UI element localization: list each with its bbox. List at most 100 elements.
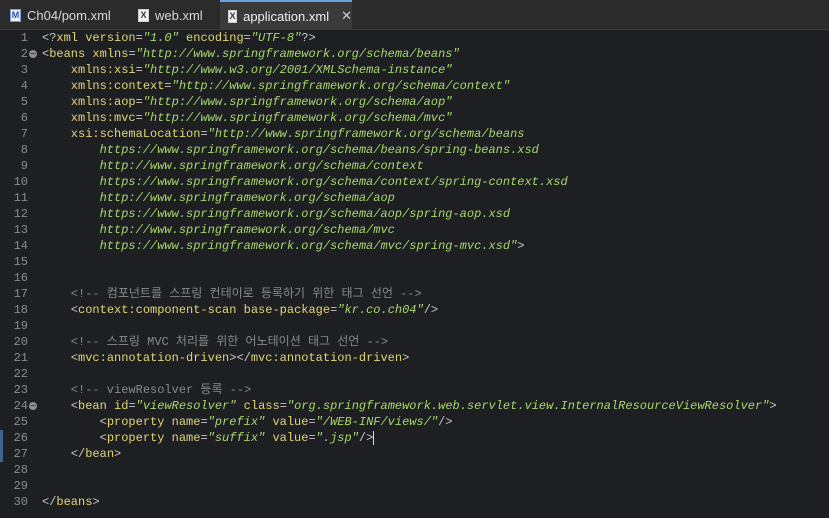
code-text: <!-- 스프링 MVC 처리를 위한 어노테이션 태그 선언 --> — [42, 334, 388, 350]
code-line[interactable]: 1 <?xml version="1.0" encoding="UTF-8"?> — [0, 30, 829, 46]
code-token: = — [135, 63, 143, 77]
code-line[interactable]: 8 https://www.springframework.org/schema… — [0, 142, 829, 158]
code-text: xmlns:mvc="http://www.springframework.or… — [42, 110, 453, 126]
code-token: ".jsp" — [315, 431, 359, 445]
code-token: class — [236, 399, 280, 413]
code-token: "http://www.springframework.org/schema/b… — [207, 127, 525, 141]
code-token: bean — [85, 447, 115, 461]
code-line[interactable]: 10 https://www.springframework.org/schem… — [0, 174, 829, 190]
fold-toggle-icon[interactable]: − — [29, 50, 37, 58]
xml-file-icon: X — [138, 8, 149, 22]
code-line[interactable]: 28 — [0, 462, 829, 478]
code-token: https://www.springframework.org/schema/a… — [42, 207, 511, 221]
line-number: 28 — [13, 463, 28, 477]
code-line[interactable]: 29 — [0, 478, 829, 494]
code-token: value — [265, 431, 309, 445]
code-line[interactable]: 14 https://www.springframework.org/schem… — [0, 238, 829, 254]
code-token: <!-- 컴포넌트를 스프링 컨테이로 등록하기 위한 태그 선언 --> — [42, 287, 422, 301]
code-token: "viewResolver" — [135, 399, 237, 413]
code-token: = — [200, 431, 208, 445]
code-token: = — [200, 127, 208, 141]
code-token: value — [265, 415, 309, 429]
line-number: 29 — [13, 479, 28, 493]
code-token: property — [106, 415, 165, 429]
line-number: 6 — [20, 111, 28, 125]
line-number: 18 — [13, 303, 28, 317]
code-line[interactable]: 15 — [0, 254, 829, 270]
code-token: ></ — [229, 351, 251, 365]
code-line[interactable]: 6 xmlns:mvc="http://www.springframework.… — [0, 110, 829, 126]
code-line[interactable]: 25 <property name="prefix" value="/WEB-I… — [0, 414, 829, 430]
line-number: 4 — [20, 79, 28, 93]
code-token: https://www.springframework.org/schema/m… — [42, 239, 518, 253]
code-line[interactable]: 22 — [0, 366, 829, 382]
line-number: 10 — [13, 175, 28, 189]
code-line[interactable]: 2− <beans xmlns="http://www.springframewo… — [0, 46, 829, 62]
line-number: 12 — [13, 207, 28, 221]
code-token: </ — [42, 495, 57, 509]
code-token: = — [164, 79, 172, 93]
code-token: beans — [56, 495, 93, 509]
code-token: > — [92, 495, 100, 509]
text-cursor — [373, 430, 375, 445]
line-number: 25 — [13, 415, 28, 429]
code-token: name — [164, 415, 201, 429]
code-text: <property name="prefix" value="/WEB-INF/… — [42, 414, 453, 430]
line-number: 16 — [13, 271, 28, 285]
code-line[interactable]: 4 xmlns:context="http://www.springframew… — [0, 78, 829, 94]
code-line[interactable]: 27 </bean> — [0, 446, 829, 462]
line-number: 20 — [13, 335, 28, 349]
code-line[interactable]: 20 <!-- 스프링 MVC 처리를 위한 어노테이션 태그 선언 --> — [0, 334, 829, 350]
code-token: xmlns:mvc — [42, 111, 136, 125]
code-line[interactable]: 11 http://www.springframework.org/schema… — [0, 190, 829, 206]
code-token: = — [308, 415, 316, 429]
line-number: 11 — [13, 191, 28, 205]
code-token: = — [200, 415, 208, 429]
code-line[interactable]: 23 <!-- viewResolver 등록 --> — [0, 382, 829, 398]
code-line[interactable]: 12 https://www.springframework.org/schem… — [0, 206, 829, 222]
code-line[interactable]: 26 <property name="suffix" value=".jsp"/… — [0, 430, 829, 446]
line-number: 19 — [13, 319, 28, 333]
code-token: https://www.springframework.org/schema/c… — [42, 175, 568, 189]
code-token: < — [42, 399, 79, 413]
code-line[interactable]: 13 http://www.springframework.org/schema… — [0, 222, 829, 238]
code-line[interactable]: 9 http://www.springframework.org/schema/… — [0, 158, 829, 174]
code-line[interactable]: 17 <!-- 컴포넌트를 스프링 컨테이로 등록하기 위한 태그 선언 --> — [0, 286, 829, 302]
code-token: beans — [49, 47, 86, 61]
line-number: 7 — [20, 127, 28, 141]
code-token: = — [135, 111, 143, 125]
code-line[interactable]: 3 xmlns:xsi="http://www.w3.org/2001/XMLS… — [0, 62, 829, 78]
code-line[interactable]: 24− <bean id="viewResolver" class="org.s… — [0, 398, 829, 414]
code-line[interactable]: 16 — [0, 270, 829, 286]
code-text: https://www.springframework.org/schema/c… — [42, 174, 568, 190]
xml-file-icon: X — [228, 9, 238, 23]
tab-pom-xml[interactable]: M Ch04/pom.xml — [0, 0, 128, 30]
code-line[interactable]: 30 </beans> — [0, 494, 829, 510]
code-token: http://www.springframework.org/schema/ao… — [42, 191, 395, 205]
code-line[interactable]: 5 xmlns:aop="http://www.springframework.… — [0, 94, 829, 110]
code-line[interactable]: 7 xsi:schemaLocation="http://www.springf… — [0, 126, 829, 142]
code-token: xmlns:context — [42, 79, 165, 93]
tab-web-xml[interactable]: X web.xml — [128, 0, 220, 30]
tab-application-xml[interactable]: X application.xml ✕ — [220, 0, 352, 30]
code-line[interactable]: 19 — [0, 318, 829, 334]
code-token: property — [106, 431, 165, 445]
code-token: > — [517, 239, 525, 253]
close-tab-icon[interactable]: ✕ — [341, 8, 352, 24]
code-text: http://www.springframework.org/schema/mv… — [42, 222, 395, 238]
code-text: <property name="suffix" value=".jsp"/> — [42, 430, 375, 446]
code-text: xmlns:xsi="http://www.w3.org/2001/XMLSch… — [42, 62, 453, 78]
code-token: "http://www.springframework.org/schema/a… — [142, 95, 453, 109]
code-line[interactable]: 21 <mvc:annotation-driven></mvc:annotati… — [0, 350, 829, 366]
code-token: ?> — [301, 31, 316, 45]
code-token: < — [42, 415, 107, 429]
code-line[interactable]: 18 <context:component-scan base-package=… — [0, 302, 829, 318]
code-text: xsi:schemaLocation="http://www.springfra… — [42, 126, 525, 142]
code-token: xmlns:aop — [42, 95, 136, 109]
code-text: https://www.springframework.org/schema/m… — [42, 238, 525, 254]
code-token: = — [135, 31, 143, 45]
fold-toggle-icon[interactable]: − — [29, 402, 37, 410]
code-token: /> — [423, 303, 439, 317]
code-token: mvc:annotation-driven — [250, 351, 403, 365]
code-editor[interactable]: 1 <?xml version="1.0" encoding="UTF-8"?> 2… — [0, 30, 829, 518]
